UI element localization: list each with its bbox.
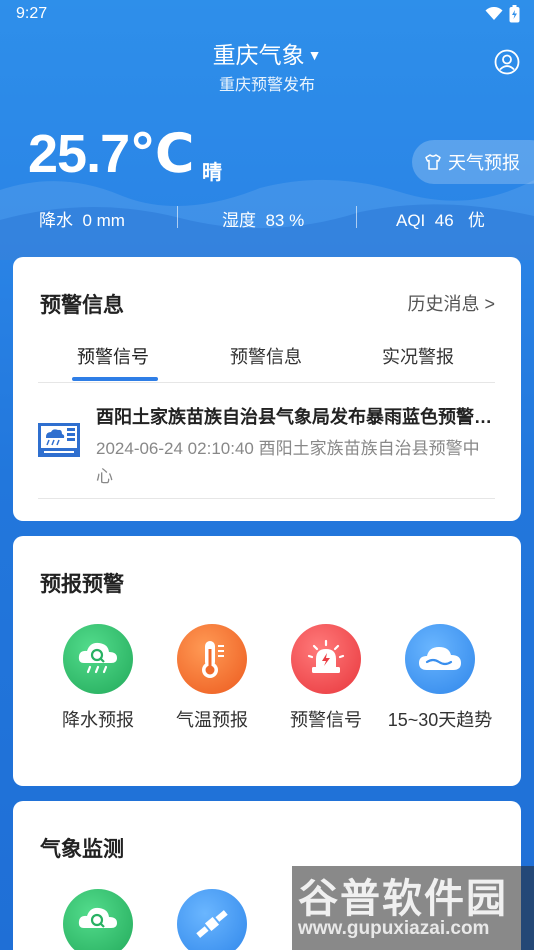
warning-card-title: 预警信息: [40, 294, 124, 317]
current-condition: 晴: [202, 162, 222, 184]
system-icons: [485, 5, 520, 23]
caret-down-icon: ▼: [307, 47, 322, 63]
rainstorm-blue-warning-icon: [38, 423, 80, 457]
trend-forecast-button[interactable]: 15~30天趋势: [383, 624, 497, 734]
city-name: 重庆气象: [212, 42, 305, 68]
header-subtitle: 重庆预警发布: [218, 77, 315, 94]
temperature-forecast-button[interactable]: 气温预报: [155, 624, 269, 734]
weather-forecast-button[interactable]: 天气预报: [412, 140, 534, 184]
city-selector[interactable]: 重庆气象 ▼: [0, 36, 534, 70]
precipitation-stat: 降水 0 mm: [39, 211, 125, 230]
watermark-url: www.gupuxiazai.com: [298, 918, 490, 939]
rain-forecast-button[interactable]: 降水预报: [41, 624, 155, 734]
warning-item-title: 酉阳土家族苗族自治县气象局发布暴雨蓝色预警信号: [96, 407, 496, 427]
user-icon[interactable]: [494, 49, 520, 75]
tab-live-alert[interactable]: 实况警报: [363, 343, 473, 369]
alarm-light-icon: [291, 624, 361, 694]
weather-forecast-label: 天气预报: [448, 153, 520, 173]
stat-divider: [356, 206, 357, 228]
rain-forecast-label: 降水预报: [62, 710, 134, 730]
warning-signal-label: 预警信号: [290, 710, 362, 730]
warning-item-meta: 2024-06-24 02:10:40 酉阳土家族苗族自治县预警中心: [96, 439, 480, 486]
status-bar: 9:27: [0, 0, 534, 30]
forecast-warning-card: 预报预警 降水预报 气温预报 预警信号 15~30天趋势: [13, 536, 521, 786]
battery-icon: [509, 5, 520, 23]
thermometer-icon: [177, 624, 247, 694]
tab-warning-info[interactable]: 预警信息: [211, 343, 321, 369]
warning-signal-button[interactable]: 预警信号: [269, 624, 383, 734]
current-temperature: 25.7℃: [28, 124, 194, 184]
status-time: 9:27: [16, 5, 48, 22]
shirt-icon: [425, 154, 441, 170]
rain-forecast-icon: [63, 624, 133, 694]
trend-forecast-label: 15~30天趋势: [387, 710, 493, 730]
warning-list-item[interactable]: 酉阳土家族苗族自治县气象局发布暴雨蓝色预警信号 2024-06-24 02:10…: [38, 385, 496, 499]
satellite-button[interactable]: [155, 889, 269, 950]
tab-warning-signal[interactable]: 预警信号: [58, 343, 168, 369]
stat-divider: [177, 206, 178, 228]
weather-stats: 降水 0 mm 湿度 83 % AQI 46 优: [0, 204, 534, 234]
history-messages-link[interactable]: 历史消息 >: [407, 290, 495, 316]
humidity-stat: 湿度 83 %: [222, 211, 305, 230]
monitor-card-title: 气象监测: [40, 838, 124, 861]
temperature-forecast-label: 气温预报: [176, 710, 248, 730]
active-tab-indicator: [72, 377, 158, 381]
warning-card: 预警信息 历史消息 > 预警信号 预警信息 实况警报 酉阳土家族苗族自治县气象局…: [13, 257, 521, 521]
satellite-icon: [177, 889, 247, 950]
cloud-icon: [405, 624, 475, 694]
wifi-icon: [485, 7, 503, 20]
rain-monitor-icon: [63, 889, 133, 950]
aqi-stat: AQI 46 优: [396, 211, 485, 230]
watermark: 谷普软件园 www.gupuxiazai.com: [292, 866, 534, 950]
watermark-text: 谷普软件园: [298, 877, 508, 921]
rain-monitor-button[interactable]: [41, 889, 155, 950]
forecast-card-title: 预报预警: [40, 573, 124, 596]
